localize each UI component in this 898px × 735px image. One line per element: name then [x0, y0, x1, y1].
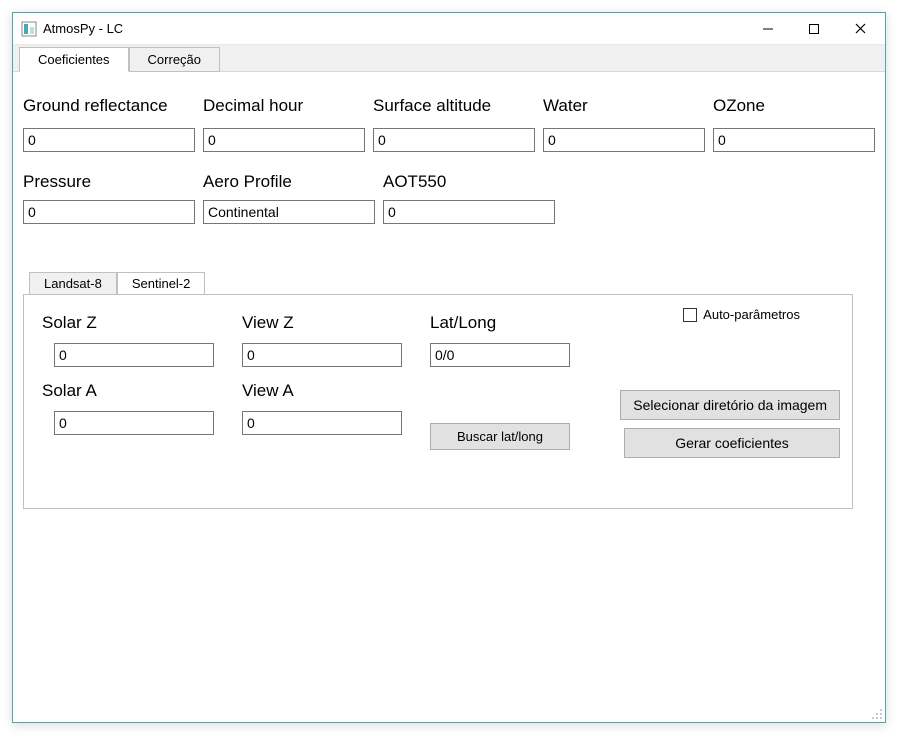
- input-water[interactable]: [543, 128, 705, 152]
- label-latlong: Lat/Long: [430, 313, 570, 333]
- content-area: Ground reflectance Decimal hour Surface …: [13, 72, 885, 722]
- label-decimal-hour: Decimal hour: [203, 96, 365, 116]
- app-window: AtmosPy - LC Coeficientes Correção Groun…: [12, 12, 886, 723]
- tab-correcao[interactable]: Correção: [129, 47, 220, 72]
- label-water: Water: [543, 96, 705, 116]
- auto-parametros-checkbox[interactable]: Auto-parâmetros: [683, 307, 800, 322]
- label-solar-z: Solar Z: [42, 313, 214, 333]
- tab-landsat8[interactable]: Landsat-8: [29, 272, 117, 295]
- buscar-latlong-button[interactable]: Buscar lat/long: [430, 423, 570, 450]
- label-view-z: View Z: [242, 313, 402, 333]
- input-solar-a[interactable]: [54, 411, 214, 435]
- input-latlong[interactable]: [430, 343, 570, 367]
- label-ground-reflectance: Ground reflectance: [23, 96, 195, 116]
- window-title: AtmosPy - LC: [43, 21, 123, 36]
- satellite-panel: Solar Z Solar A View Z View A Lat/Long: [23, 294, 853, 509]
- input-view-z[interactable]: [242, 343, 402, 367]
- input-decimal-hour[interactable]: [203, 128, 365, 152]
- select-directory-button[interactable]: Selecionar diretório da imagem: [620, 390, 840, 420]
- input-pressure[interactable]: [23, 200, 195, 224]
- input-solar-z[interactable]: [54, 343, 214, 367]
- input-aero-profile[interactable]: [203, 200, 375, 224]
- satellite-tab-bar: Landsat-8 Sentinel-2: [29, 272, 875, 294]
- tab-coeficientes[interactable]: Coeficientes: [19, 47, 129, 72]
- label-pressure: Pressure: [23, 172, 195, 192]
- gerar-coeficientes-button[interactable]: Gerar coeficientes: [624, 428, 840, 458]
- input-ozone[interactable]: [713, 128, 875, 152]
- maximize-button[interactable]: [791, 14, 837, 44]
- input-aot550[interactable]: [383, 200, 555, 224]
- checkbox-label: Auto-parâmetros: [703, 307, 800, 322]
- app-icon: [21, 21, 37, 37]
- input-view-a[interactable]: [242, 411, 402, 435]
- checkbox-box-icon: [683, 308, 697, 322]
- tab-sentinel2[interactable]: Sentinel-2: [117, 272, 206, 295]
- main-tab-bar: Coeficientes Correção: [13, 45, 885, 72]
- label-aero-profile: Aero Profile: [203, 172, 375, 192]
- input-surface-altitude[interactable]: [373, 128, 535, 152]
- label-solar-a: Solar A: [42, 381, 214, 401]
- label-surface-altitude: Surface altitude: [373, 96, 535, 116]
- minimize-button[interactable]: [745, 14, 791, 44]
- label-view-a: View A: [242, 381, 402, 401]
- label-ozone: OZone: [713, 96, 875, 116]
- label-aot550: AOT550: [383, 172, 555, 192]
- close-button[interactable]: [837, 14, 883, 44]
- resize-grip-icon[interactable]: [869, 706, 883, 720]
- input-ground-reflectance[interactable]: [23, 128, 195, 152]
- titlebar: AtmosPy - LC: [13, 13, 885, 45]
